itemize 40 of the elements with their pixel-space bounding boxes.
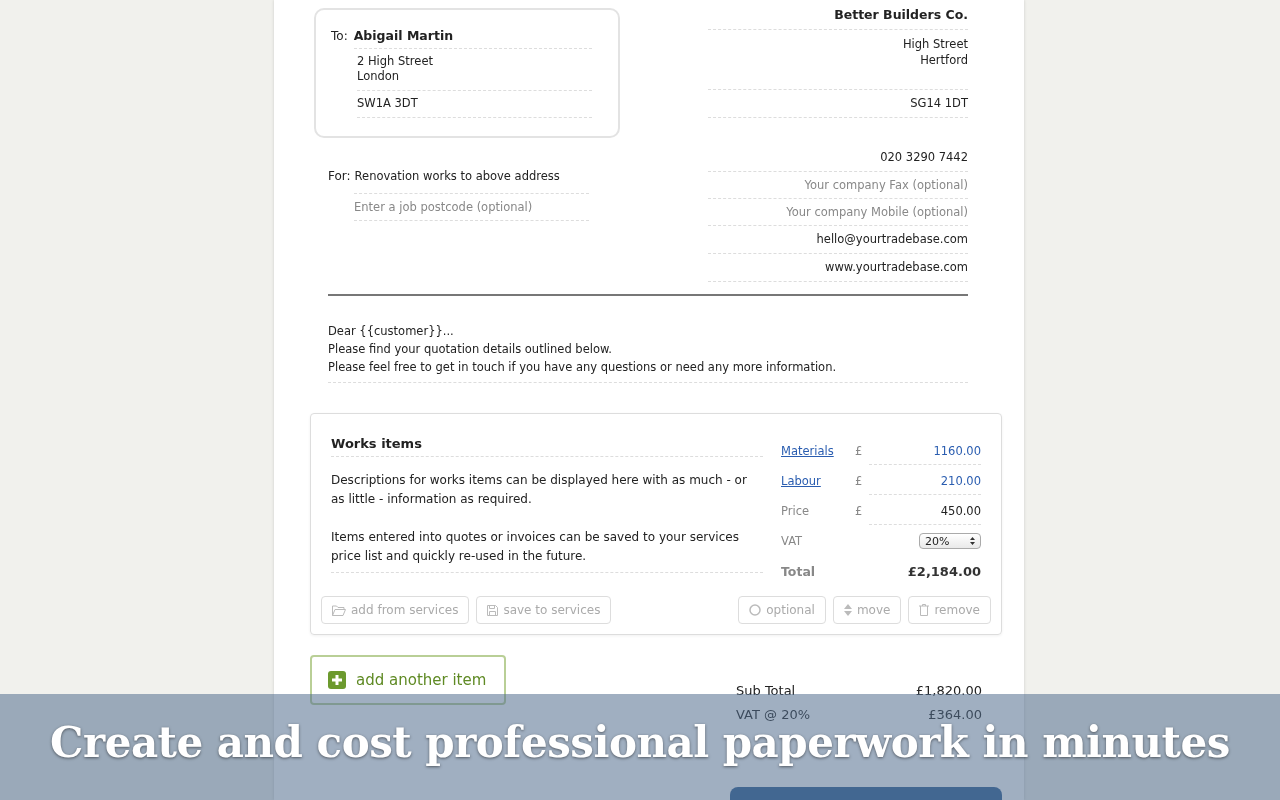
currency-symbol: £	[855, 444, 864, 458]
works-item-title-field[interactable]: Works items	[331, 436, 763, 457]
works-item-description-field[interactable]: Descriptions for works items can be displayed here with as much - or as little - information as required. Items entered into quotes or invoices can be saved to your services price list and quickly re-used in the future.	[331, 457, 763, 573]
company-phone-field[interactable]: 020 3290 7442	[708, 150, 968, 172]
total-label: Total	[781, 563, 817, 579]
job-description-field[interactable]: Renovation works to above address	[354, 169, 560, 193]
company-mobile-field[interactable]: Your company Mobile (optional)	[708, 205, 968, 226]
for-label: For:	[328, 169, 351, 185]
letter-text-field[interactable]: Dear {{customer}}... Please find your quotation details outlined below. Please feel free to get in touch if you have any questions or need any more information.	[328, 322, 968, 383]
customer-postcode-field[interactable]: SW1A 3DT	[357, 91, 592, 118]
plus-icon	[328, 671, 346, 689]
customer-address-field[interactable]: 2 High Street London	[357, 49, 592, 91]
cost-label: Price	[781, 504, 811, 518]
folder-icon	[332, 604, 346, 616]
currency-symbol: £	[855, 504, 864, 518]
currency-symbol: £	[855, 474, 864, 488]
totals-value: £1,820.00	[915, 683, 982, 700]
vat-label: VAT	[781, 534, 804, 548]
add-another-item-button[interactable]: add another item	[310, 655, 507, 705]
cost-type-link[interactable]: Labour	[781, 474, 855, 488]
totals-label: Sub Total	[736, 683, 796, 700]
company-postcode-field[interactable]: SG14 1DT	[708, 96, 968, 118]
cost-value-field[interactable]: 210.00	[869, 467, 981, 495]
updown-arrows-icon	[843, 604, 852, 616]
circle-icon	[749, 604, 762, 616]
total-value: £2,184.00	[907, 563, 981, 579]
company-website-field[interactable]: www.yourtradebase.com	[708, 260, 968, 282]
vat-select[interactable]: 20%	[919, 533, 981, 549]
company-email-field[interactable]: hello@yourtradebase.com	[708, 232, 968, 254]
trash-icon	[919, 604, 930, 616]
company-fax-field[interactable]: Your company Fax (optional)	[708, 178, 968, 199]
cost-type-link[interactable]: Materials	[781, 444, 855, 458]
cost-value-field[interactable]: 1160.00	[869, 437, 981, 465]
company-name-field[interactable]: Better Builders Co.	[708, 8, 968, 30]
to-label: To:	[331, 29, 348, 43]
cost-value-field[interactable]: 450.00	[869, 497, 981, 525]
customer-name-field[interactable]: Abigail Martin	[353, 28, 592, 49]
company-address-field[interactable]: High Street Hertford	[708, 36, 968, 90]
job-postcode-field[interactable]: Enter a job postcode (optional)	[354, 193, 589, 221]
updown-arrows-icon	[970, 537, 975, 545]
